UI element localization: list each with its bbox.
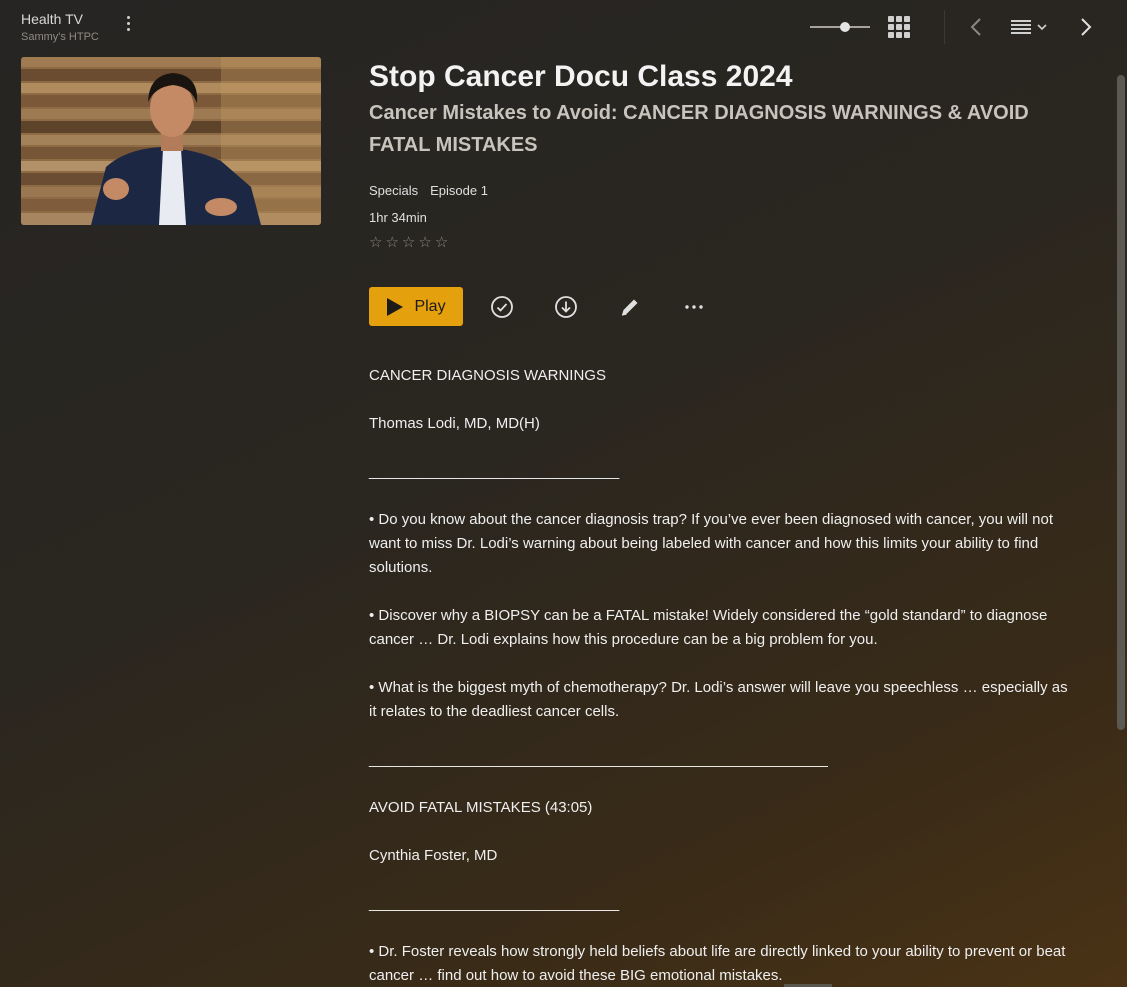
description-bullet: • Discover why a BIOPSY can be a FATAL m… [369,607,1048,648]
pencil-icon[interactable] [617,294,643,320]
zoom-slider-thumb[interactable] [840,22,850,32]
star-icon[interactable]: ☆ [369,235,382,251]
episode-details: Stop Cancer Docu Class 2024 Cancer Mista… [369,59,1069,987]
check-circle-icon[interactable] [489,294,515,320]
description-speaker: Cynthia Foster, MD [369,847,498,864]
description-heading: AVOID FATAL MISTAKES (43:05) [369,799,593,816]
description-rule: ______________________________ [369,463,620,480]
page-title[interactable]: Stop Cancer Docu Class 2024 [369,59,1069,95]
server-info: Health TV Sammy's HTPC [21,11,99,43]
description-speaker: Thomas Lodi, MD, MD(H) [369,415,540,432]
star-icon[interactable]: ☆ [385,235,398,251]
chevron-right-icon[interactable] [1073,15,1097,39]
star-rating[interactable]: ☆ ☆ ☆ ☆ ☆ [369,235,1069,251]
list-view-icon [1011,20,1031,34]
scrollbar[interactable] [1117,75,1125,730]
episode-title: Cancer Mistakes to Avoid: CANCER DIAGNOS… [369,102,1029,156]
play-icon [387,297,404,316]
chevron-left-icon[interactable] [965,15,989,39]
kebab-vertical-icon[interactable] [120,14,136,36]
toolbar-divider [944,10,945,44]
description-bullet: • Do you know about the cancer diagnosis… [369,511,1053,576]
description-bullet: • Dr. Foster reveals how strongly held b… [369,943,1066,984]
star-icon[interactable]: ☆ [402,235,415,251]
zoom-slider[interactable] [810,17,870,37]
episode-meta: Specials Episode 1 [369,183,1069,198]
play-button[interactable]: Play [369,287,463,326]
description-rule: ________________________________________… [369,751,828,768]
star-icon[interactable]: ☆ [418,235,431,251]
server-subtitle: Sammy's HTPC [21,31,99,43]
description-bullet: • What is the biggest myth of chemothera… [369,679,1068,720]
server-name[interactable]: Health TV [21,11,99,27]
view-toolbar [810,10,1097,44]
episode-duration: 1hr 34min [369,210,427,225]
star-icon[interactable]: ☆ [435,235,448,251]
description-rule: ______________________________ [369,895,620,912]
download-circle-icon[interactable] [553,294,579,320]
list-view-dropdown[interactable] [1011,19,1049,35]
ellipsis-icon[interactable] [681,294,707,320]
play-button-label: Play [414,297,446,315]
episode-thumbnail [21,57,321,225]
episode-description: CANCER DIAGNOSIS WARNINGS Thomas Lodi, M… [369,364,1069,987]
grid-view-icon[interactable] [888,16,910,38]
description-heading: CANCER DIAGNOSIS WARNINGS [369,367,606,384]
action-bar: Play [369,287,1069,326]
chevron-down-icon [1037,24,1047,31]
season-link[interactable]: Specials [369,183,418,198]
episode-number: Episode 1 [430,183,488,198]
